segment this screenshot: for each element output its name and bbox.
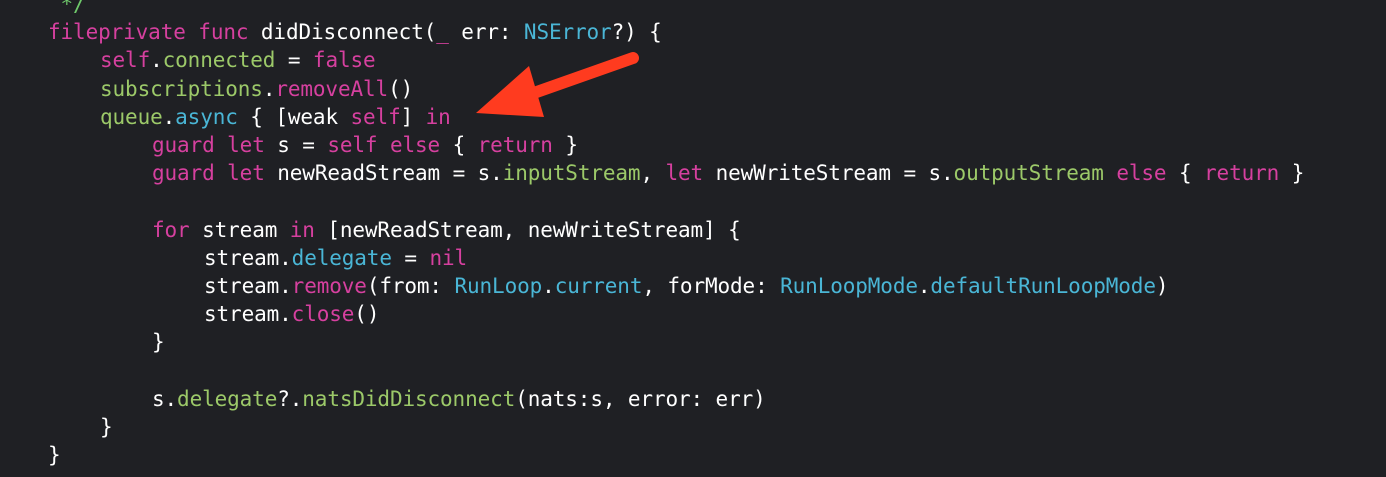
code-line[interactable]: stream.close() [204,300,379,328]
code-token: s = [264,133,328,157]
code-token: else [389,133,441,157]
code-line[interactable]: for stream in [newReadStream, newWriteSt… [152,216,741,244]
code-token: { [weak [237,104,351,129]
code-line[interactable]: */ [48,0,86,18]
code-token: in [289,217,315,242]
code-token: [newReadStream, newWriteStream] { [314,217,741,242]
code-editor[interactable]: */ fileprivate func didDisconnect(_ err: … [0,0,1386,477]
code-token: in [425,104,451,129]
code-token: (nats:s, error: err) [515,386,766,411]
code-token: defaultRunLoopMode [930,274,1156,298]
code-token: delegate [177,386,278,411]
code-token: let [227,161,265,186]
code-line[interactable]: self.connected = false [100,46,376,74]
code-token: newReadStream = s. [264,161,503,186]
code-token: delegate [291,245,392,270]
code-token: guard [152,133,215,157]
code-token: } [1279,161,1305,186]
code-token: err: [448,20,524,45]
code-token: */ [48,0,86,16]
code-token: s. [152,386,178,411]
code-line[interactable]: } [100,413,113,441]
code-token: guard [152,161,215,186]
code-token: remove [291,274,367,298]
code-token: outputStream [953,161,1104,186]
code-token: () [354,302,380,327]
code-token: = [391,245,430,270]
code-token: let [665,161,704,186]
code-token: self [350,104,401,129]
code-token: () [388,76,414,101]
code-token: (from: [366,274,455,298]
code-token: queue [100,104,163,129]
code-token: = [275,48,313,73]
code-token: func [198,20,249,45]
code-token: false [312,48,376,73]
code-token: removeAll [275,76,389,101]
arrow-annotation-icon [476,52,639,117]
code-token: ?. [277,386,303,411]
code-token: { [1166,161,1205,186]
code-token: NSError [523,20,612,45]
code-token: , [640,161,666,186]
code-token: RunLoopMode [780,274,918,298]
code-line[interactable]: guard let newReadStream = s.inputStream,… [152,159,1304,187]
code-token: self [100,48,151,73]
code-token: for [152,217,190,242]
code-token: nil [429,245,468,270]
code-token: . [162,104,176,129]
code-token: RunLoop [454,274,543,298]
code-token: } [48,443,61,468]
code-token: . [542,274,555,298]
code-token: let [227,133,265,157]
code-token: } [100,415,113,439]
code-token: subscriptions [100,76,263,101]
code-token: return [477,133,553,157]
code-token: . [150,48,163,73]
code-line[interactable]: fileprivate func didDisconnect(_ err: NS… [48,18,662,46]
code-line[interactable]: stream.remove(from: RunLoop.current, for… [204,272,1168,300]
code-line[interactable]: subscriptions.removeAll() [100,75,413,103]
code-token: stream. [204,245,292,270]
code-token: . [917,274,931,298]
code-token: return [1204,161,1280,186]
code-token: ) [1155,274,1169,298]
code-token: stream [189,217,290,242]
code-token: close [291,302,355,327]
code-token: { [440,133,478,157]
code-token: , forMode: [642,274,781,298]
code-token: connected [162,48,276,73]
code-line[interactable]: stream.delegate = nil [204,244,467,272]
code-line[interactable]: guard let s = self else { return } [152,131,578,159]
code-token: self [327,133,378,157]
code-token: inputStream [502,161,641,186]
code-token: async [175,104,238,129]
code-token: else [1116,161,1167,186]
code-token: stream. [204,302,292,327]
code-token: ] [400,104,426,129]
code-line[interactable]: queue.async { [weak self] in [100,103,451,131]
code-token: fileprivate [48,20,186,45]
code-token: newWriteStream = s. [703,161,954,186]
code-line[interactable]: s.delegate?.natsDidDisconnect(nats:s, er… [152,385,766,413]
code-token: natsDidDisconnect [302,386,516,411]
code-token: _ [436,20,449,45]
code-token: ?) { [611,20,662,45]
code-line[interactable]: } [48,441,61,469]
code-token: . [262,76,276,101]
code-line[interactable]: } [152,328,165,356]
code-token: stream. [204,274,292,298]
code-token: } [152,330,165,355]
code-token: } [552,133,578,157]
code-token: didDisconnect( [248,20,437,45]
code-token: current [554,274,643,298]
